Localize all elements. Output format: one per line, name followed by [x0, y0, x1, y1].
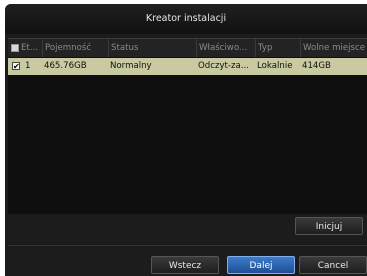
back-button[interactable]: Wstecz: [151, 256, 219, 274]
cancel-button[interactable]: Cancel: [299, 256, 367, 274]
header-status: Status: [108, 39, 196, 57]
table-header: Et... Pojemność Status Właściwo... Typ W…: [8, 39, 367, 57]
next-button[interactable]: Dalej: [227, 256, 295, 274]
table-row[interactable]: ✔ 1 465.76GB Normalny Odczyt-za... Lokal…: [8, 58, 367, 75]
select-all-checkbox[interactable]: [11, 44, 19, 52]
installation-wizard-window: Kreator instalacji Et... Pojemność Statu…: [5, 4, 367, 276]
header-type: Typ: [255, 39, 300, 57]
row-status: Normalny: [110, 61, 152, 71]
header-label: Et...: [21, 43, 38, 53]
header-select-all[interactable]: Et...: [8, 39, 42, 57]
hdd-table: Et... Pojemność Status Właściwo... Typ W…: [8, 38, 367, 214]
row-checkbox[interactable]: ✔: [12, 62, 20, 71]
header-free-space: Wolne miejsce: [300, 39, 367, 57]
row-property: Odczyt-za...: [198, 61, 249, 71]
window-title: Kreator instalacji: [5, 4, 367, 34]
row-capacity: 465.76GB: [44, 61, 87, 71]
init-button[interactable]: Inicjuj: [295, 217, 363, 235]
row-type: Lokalnie: [257, 61, 293, 71]
header-capacity: Pojemność: [42, 39, 108, 57]
row-label-cell: ✔ 1: [8, 58, 42, 75]
header-property: Właściwo...: [196, 39, 255, 57]
row-label: 1: [25, 61, 31, 71]
row-free-space: 414GB: [302, 61, 331, 71]
footer-divider: [8, 245, 367, 246]
